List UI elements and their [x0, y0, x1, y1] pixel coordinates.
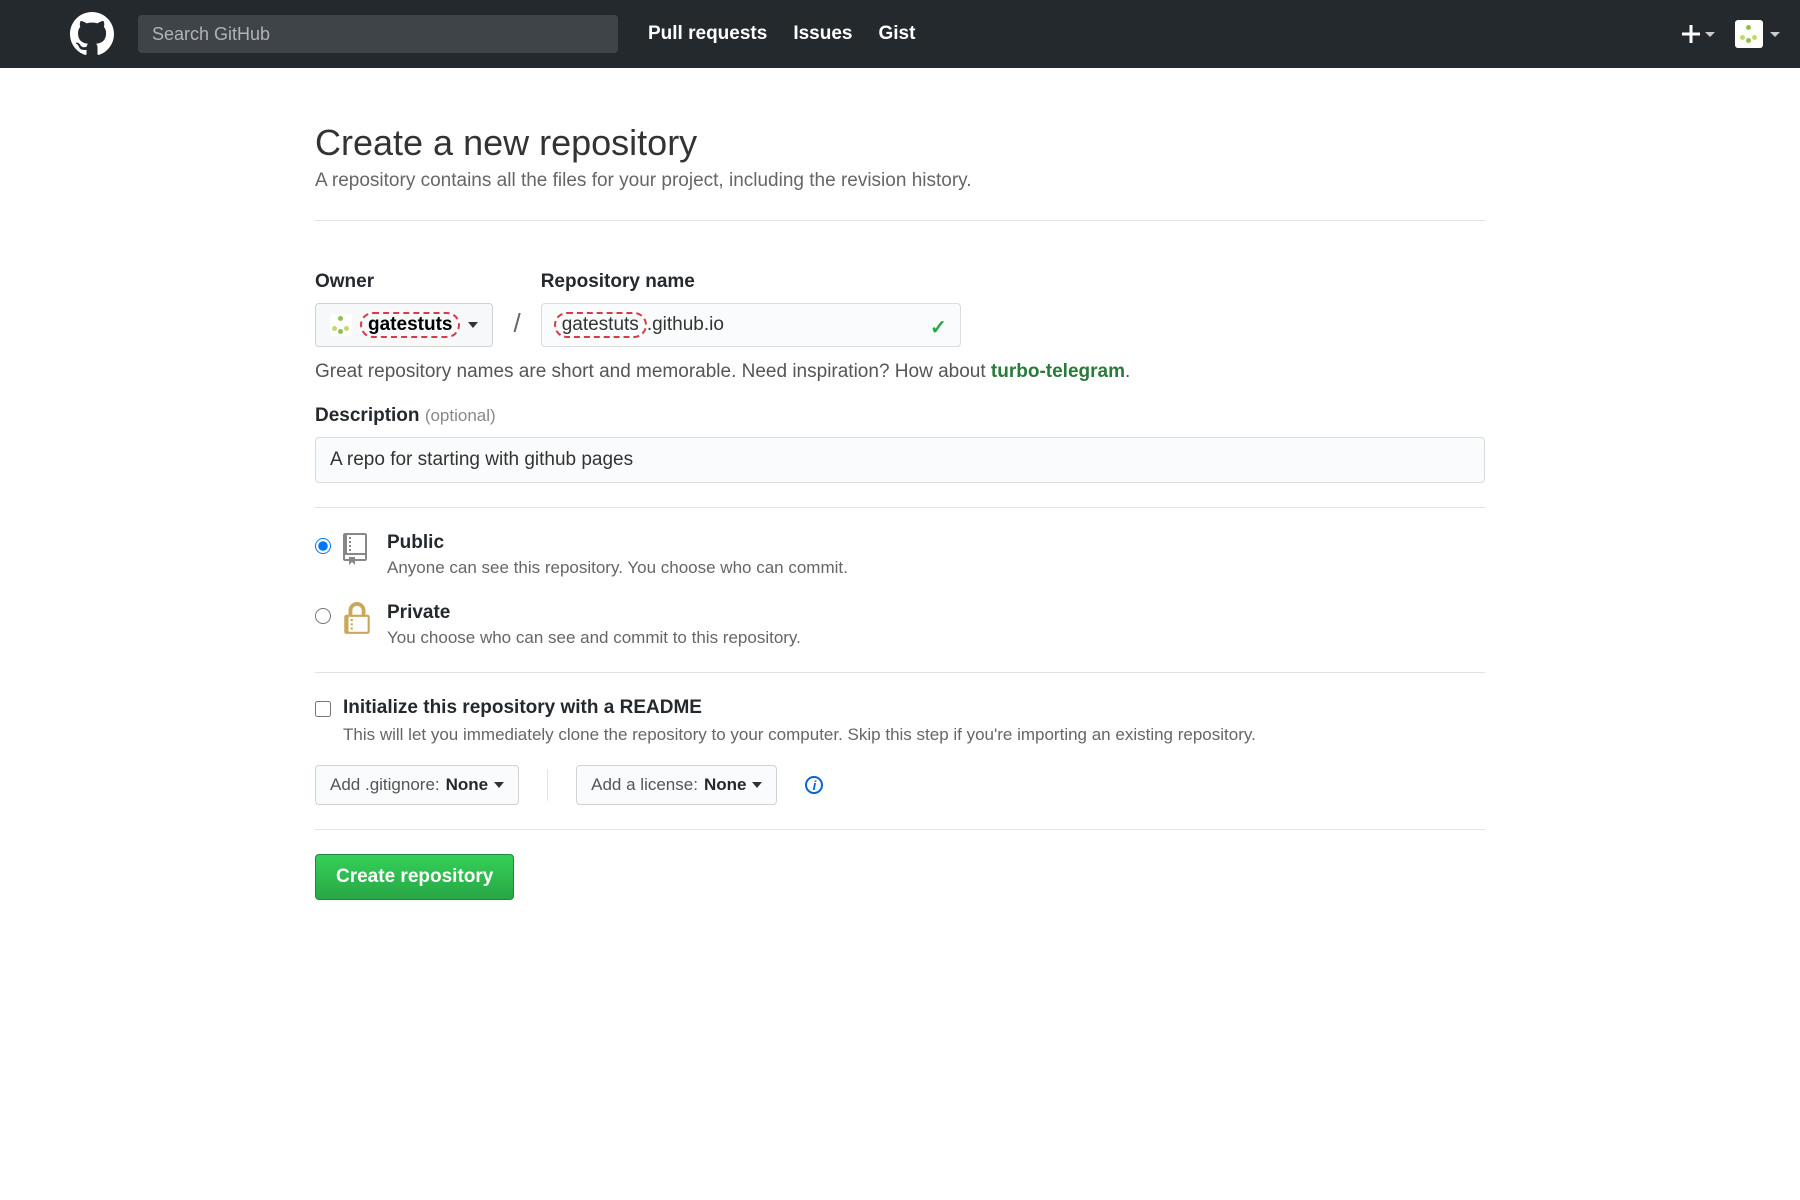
owner-name-highlighted: gatestuts [360, 312, 460, 339]
main-content: Create a new repository A repository con… [315, 68, 1485, 900]
repo-name-input[interactable] [541, 303, 961, 347]
suggested-name-link[interactable]: turbo-telegram [991, 361, 1125, 382]
user-menu[interactable] [1735, 20, 1780, 48]
visibility-private-option[interactable]: Private You choose who can see and commi… [315, 602, 1485, 648]
owner-select[interactable]: gatestuts [315, 303, 493, 347]
hint-text: Great repository names are short and mem… [315, 361, 991, 382]
create-new-menu[interactable] [1682, 25, 1715, 43]
private-desc: You choose who can see and commit to thi… [387, 628, 801, 648]
divider [315, 220, 1485, 221]
caret-down-icon [1770, 32, 1780, 37]
public-desc: Anyone can see this repository. You choo… [387, 558, 848, 578]
caret-down-icon [1705, 32, 1715, 37]
description-input[interactable] [315, 437, 1485, 483]
create-repository-button[interactable]: Create repository [315, 854, 514, 900]
owner-avatar-icon [330, 314, 352, 336]
plus-icon [1682, 25, 1700, 43]
caret-down-icon [468, 322, 478, 328]
lock-icon [343, 602, 375, 638]
description-label: Description (optional) [315, 405, 1485, 427]
github-logo-icon[interactable] [70, 12, 114, 56]
optional-tag: (optional) [425, 406, 496, 425]
divider [315, 507, 1485, 508]
repo-name-label: Repository name [541, 271, 961, 293]
divider [315, 672, 1485, 673]
page-title: Create a new repository [315, 122, 1485, 164]
visibility-public-option[interactable]: Public Anyone can see this repository. Y… [315, 532, 1485, 578]
gitignore-select[interactable]: Add .gitignore: None [315, 765, 519, 805]
search-input[interactable] [138, 15, 618, 53]
valid-check-icon: ✓ [930, 315, 947, 340]
page-subtitle: A repository contains all the files for … [315, 170, 1485, 192]
init-readme-label: Initialize this repository with a README [343, 697, 702, 719]
owner-repo-separator: / [513, 308, 520, 347]
hint-suffix: . [1125, 361, 1130, 382]
license-info-icon[interactable]: i [805, 776, 823, 794]
top-header: Pull requests Issues Gist [0, 0, 1800, 68]
private-radio[interactable] [315, 608, 331, 624]
init-readme-desc: This will let you immediately clone the … [343, 725, 1485, 745]
license-select[interactable]: Add a license: None [576, 765, 777, 805]
primary-nav: Pull requests Issues Gist [648, 23, 915, 45]
user-avatar-icon [1735, 20, 1763, 48]
public-title: Public [387, 532, 848, 554]
owner-label: Owner [315, 271, 493, 293]
init-readme-checkbox[interactable] [315, 701, 331, 717]
repo-public-icon [343, 532, 375, 568]
caret-down-icon [494, 782, 504, 788]
public-radio[interactable] [315, 538, 331, 554]
owner-field: Owner gatestuts [315, 271, 493, 347]
divider [547, 769, 548, 801]
repo-name-field: Repository name gatestuts.github.io ✓ [541, 271, 961, 347]
private-title: Private [387, 602, 801, 624]
nav-gist[interactable]: Gist [878, 23, 915, 45]
caret-down-icon [752, 782, 762, 788]
divider [315, 829, 1485, 830]
repo-name-hint: Great repository names are short and mem… [315, 361, 1485, 383]
nav-pull-requests[interactable]: Pull requests [648, 23, 767, 45]
nav-issues[interactable]: Issues [793, 23, 852, 45]
